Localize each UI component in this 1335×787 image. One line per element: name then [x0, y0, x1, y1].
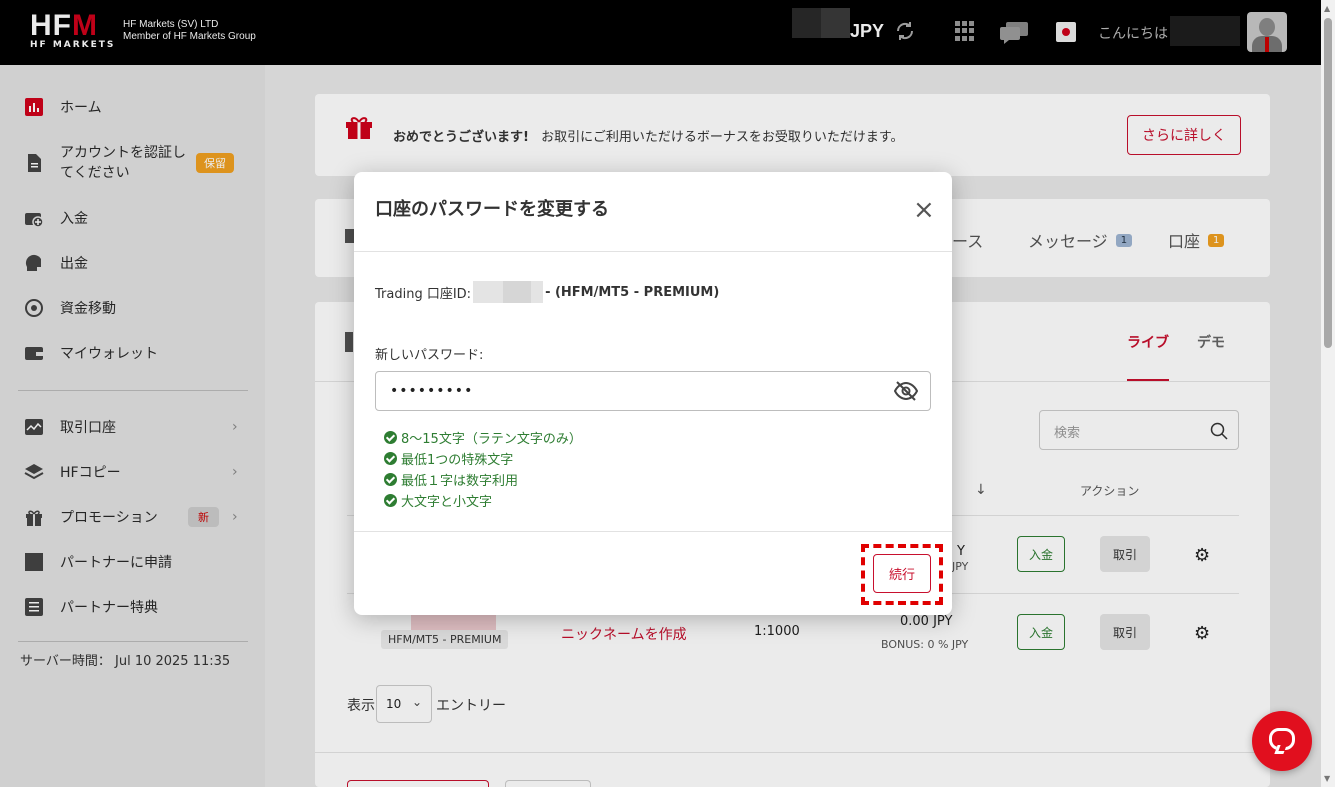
- page-scrollbar[interactable]: ▲ ▼: [1321, 0, 1335, 787]
- password-requirements: 8〜15文字（ラテン文字のみ） 最低1つの特殊文字 最低１字は数字利用 大文字と…: [384, 427, 582, 511]
- requirement-item: 8〜15文字（ラテン文字のみ）: [384, 427, 582, 448]
- requirement-item: 最低１字は数字利用: [384, 469, 582, 490]
- scroll-up-icon[interactable]: ▲: [1324, 4, 1330, 13]
- account-id-label: Trading 口座ID:: [375, 286, 472, 302]
- requirement-text: 最低１字は数字利用: [401, 474, 519, 489]
- trading-account-info: Trading 口座ID: - (HFM/MT5 - PREMIUM): [375, 281, 719, 303]
- check-circle-icon: [384, 473, 397, 486]
- modal-footer-divider: [354, 531, 952, 532]
- requirement-text: 8〜15文字（ラテン文字のみ）: [401, 432, 582, 447]
- check-circle-icon: [384, 452, 397, 465]
- eye-slash-icon[interactable]: [893, 381, 919, 401]
- new-password-label: 新しいパスワード:: [375, 348, 484, 363]
- scrollbar-thumb[interactable]: [1324, 18, 1332, 348]
- requirement-text: 最低1つの特殊文字: [401, 453, 514, 468]
- change-password-modal: 口座のパスワードを変更する × Trading 口座ID: - (HFM/MT5…: [354, 172, 952, 615]
- check-circle-icon: [384, 431, 397, 444]
- continue-button[interactable]: 続行: [873, 554, 931, 593]
- modal-header-divider: [354, 251, 952, 252]
- requirement-item: 最低1つの特殊文字: [384, 448, 582, 469]
- account-type-text: - (HFM/MT5 - PREMIUM): [545, 284, 720, 300]
- new-password-input[interactable]: [375, 371, 931, 411]
- scroll-down-icon[interactable]: ▼: [1324, 774, 1330, 783]
- account-id-redacted: [473, 281, 544, 303]
- requirement-item: 大文字と小文字: [384, 490, 582, 511]
- chat-bubble-icon: [1269, 728, 1295, 750]
- modal-title: 口座のパスワードを変更する: [375, 199, 609, 220]
- live-chat-button[interactable]: [1252, 711, 1312, 771]
- requirement-text: 大文字と小文字: [401, 495, 493, 510]
- check-circle-icon: [384, 494, 397, 507]
- close-icon[interactable]: ×: [913, 197, 935, 223]
